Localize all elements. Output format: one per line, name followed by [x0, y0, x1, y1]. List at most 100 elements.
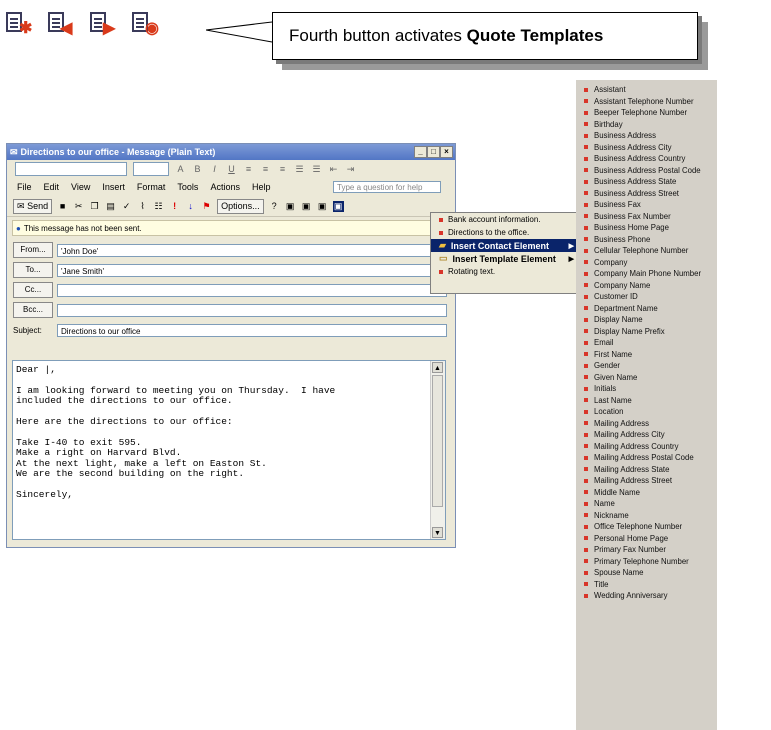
- contact-field-item[interactable]: Title: [576, 579, 717, 591]
- contact-field-item[interactable]: Office Telephone Number: [576, 521, 717, 533]
- quote-templates-toolbar-icon[interactable]: ▣: [332, 200, 344, 212]
- contact-field-item[interactable]: Customer ID: [576, 291, 717, 303]
- contact-field-item[interactable]: Business Address Street: [576, 188, 717, 200]
- menu-help[interactable]: Help: [246, 182, 277, 192]
- options-button[interactable]: Options...: [217, 198, 264, 214]
- align-right-icon[interactable]: ≡: [277, 164, 288, 175]
- contact-field-item[interactable]: Mailing Address State: [576, 464, 717, 476]
- font-combo[interactable]: [15, 162, 127, 176]
- close-button[interactable]: ×: [440, 146, 453, 158]
- scroll-up-icon[interactable]: ▲: [432, 362, 443, 373]
- contact-field-item[interactable]: Primary Telephone Number: [576, 556, 717, 568]
- contact-field-item[interactable]: Beeper Telephone Number: [576, 107, 717, 119]
- from-field[interactable]: 'John Doe': [57, 243, 447, 257]
- contact-field-item[interactable]: First Name: [576, 349, 717, 361]
- align-center-icon[interactable]: ≡: [260, 164, 271, 175]
- to-button[interactable]: To...: [13, 262, 53, 278]
- send-button[interactable]: ✉ Send: [13, 198, 53, 214]
- underline-icon[interactable]: U: [226, 164, 237, 175]
- numbering-icon[interactable]: ☰: [311, 164, 322, 175]
- contact-field-item[interactable]: Business Address Postal Code: [576, 165, 717, 177]
- contact-field-item[interactable]: Name: [576, 498, 717, 510]
- contact-field-item[interactable]: Business Address Country: [576, 153, 717, 165]
- font-color-icon[interactable]: A: [175, 164, 186, 175]
- contact-field-item[interactable]: Business Home Page: [576, 222, 717, 234]
- from-button[interactable]: From...: [13, 242, 53, 258]
- bcc-button[interactable]: Bcc...: [13, 302, 53, 318]
- contact-field-item[interactable]: Mailing Address City: [576, 429, 717, 441]
- template-export-icon[interactable]: ▣: [317, 201, 328, 212]
- maximize-button[interactable]: □: [427, 146, 440, 158]
- contact-field-item[interactable]: Birthday: [576, 119, 717, 131]
- flag-icon[interactable]: ⚑: [201, 201, 212, 212]
- contact-field-item[interactable]: Assistant: [576, 84, 717, 96]
- contact-field-item[interactable]: Display Name Prefix: [576, 326, 717, 338]
- menu-actions[interactable]: Actions: [204, 182, 246, 192]
- contact-field-item[interactable]: Mailing Address Street: [576, 475, 717, 487]
- contact-field-item[interactable]: Business Address State: [576, 176, 717, 188]
- contact-field-item[interactable]: Wedding Anniversary: [576, 590, 717, 602]
- high-importance-icon[interactable]: !: [169, 201, 180, 212]
- menu-insert[interactable]: Insert: [96, 182, 131, 192]
- new-template-button[interactable]: ✱: [4, 10, 34, 38]
- contact-field-item[interactable]: Mailing Address Postal Code: [576, 452, 717, 464]
- menu-view[interactable]: View: [65, 182, 96, 192]
- help-icon[interactable]: ?: [269, 201, 280, 212]
- attach-icon[interactable]: ⌇: [137, 201, 148, 212]
- cc-field[interactable]: [57, 283, 447, 297]
- contact-field-item[interactable]: Business Address City: [576, 142, 717, 154]
- menu-item-rotating-text[interactable]: Rotating text.: [431, 265, 577, 278]
- menu-edit[interactable]: Edit: [38, 182, 66, 192]
- minimize-button[interactable]: _: [414, 146, 427, 158]
- contact-field-item[interactable]: Company: [576, 257, 717, 269]
- contact-field-item[interactable]: Assistant Telephone Number: [576, 96, 717, 108]
- italic-icon[interactable]: I: [209, 164, 220, 175]
- cc-button[interactable]: Cc...: [13, 282, 53, 298]
- menu-format[interactable]: Format: [131, 182, 172, 192]
- check-names-icon[interactable]: ✓: [121, 201, 132, 212]
- contact-field-item[interactable]: Personal Home Page: [576, 533, 717, 545]
- scroll-thumb[interactable]: [432, 375, 443, 507]
- low-importance-icon[interactable]: ↓: [185, 201, 196, 212]
- menu-tools[interactable]: Tools: [171, 182, 204, 192]
- menu-file[interactable]: File: [11, 182, 38, 192]
- align-left-icon[interactable]: ≡: [243, 164, 254, 175]
- paste-icon[interactable]: ▤: [105, 201, 116, 212]
- copy-icon[interactable]: ❐: [89, 201, 100, 212]
- menu-item-directions[interactable]: Directions to the office.: [431, 226, 577, 239]
- scroll-down-icon[interactable]: ▼: [432, 527, 443, 538]
- menu-item-insert-contact-element[interactable]: ▰ Insert Contact Element ▶: [431, 239, 577, 252]
- body-scrollbar[interactable]: ▲ ▼: [430, 361, 445, 539]
- bullets-icon[interactable]: ☰: [294, 164, 305, 175]
- quote-templates-button[interactable]: ◉: [130, 10, 160, 38]
- outdent-icon[interactable]: ⇤: [328, 164, 339, 175]
- contact-field-item[interactable]: Mailing Address Country: [576, 441, 717, 453]
- contact-field-item[interactable]: Company Main Phone Number: [576, 268, 717, 280]
- contact-field-item[interactable]: Business Address: [576, 130, 717, 142]
- contact-field-item[interactable]: Given Name: [576, 372, 717, 384]
- contact-field-item[interactable]: Middle Name: [576, 487, 717, 499]
- export-template-button[interactable]: ▶: [88, 10, 118, 38]
- contact-field-item[interactable]: Last Name: [576, 395, 717, 407]
- contact-field-item[interactable]: Business Phone: [576, 234, 717, 246]
- address-book-icon[interactable]: ☷: [153, 201, 164, 212]
- save-icon[interactable]: ■: [57, 201, 68, 212]
- subject-field[interactable]: Directions to our office: [57, 323, 447, 337]
- contact-field-item[interactable]: Business Fax: [576, 199, 717, 211]
- contact-field-item[interactable]: Location: [576, 406, 717, 418]
- contact-field-item[interactable]: Primary Fax Number: [576, 544, 717, 556]
- to-field[interactable]: 'Jane Smith': [57, 263, 447, 277]
- ask-question-input[interactable]: Type a question for help: [333, 181, 441, 193]
- contact-field-item[interactable]: Email: [576, 337, 717, 349]
- contact-field-item[interactable]: Business Fax Number: [576, 211, 717, 223]
- menu-item-insert-template-element[interactable]: ▭ Insert Template Element ▶: [431, 252, 577, 265]
- template-import-icon[interactable]: ▣: [301, 201, 312, 212]
- bcc-field[interactable]: [57, 303, 447, 317]
- contact-field-item[interactable]: Mailing Address: [576, 418, 717, 430]
- template-new-icon[interactable]: ▣: [285, 201, 296, 212]
- contact-field-item[interactable]: Cellular Telephone Number: [576, 245, 717, 257]
- bold-icon[interactable]: B: [192, 164, 203, 175]
- contact-field-item[interactable]: Nickname: [576, 510, 717, 522]
- contact-field-item[interactable]: Gender: [576, 360, 717, 372]
- contact-field-item[interactable]: Department Name: [576, 303, 717, 315]
